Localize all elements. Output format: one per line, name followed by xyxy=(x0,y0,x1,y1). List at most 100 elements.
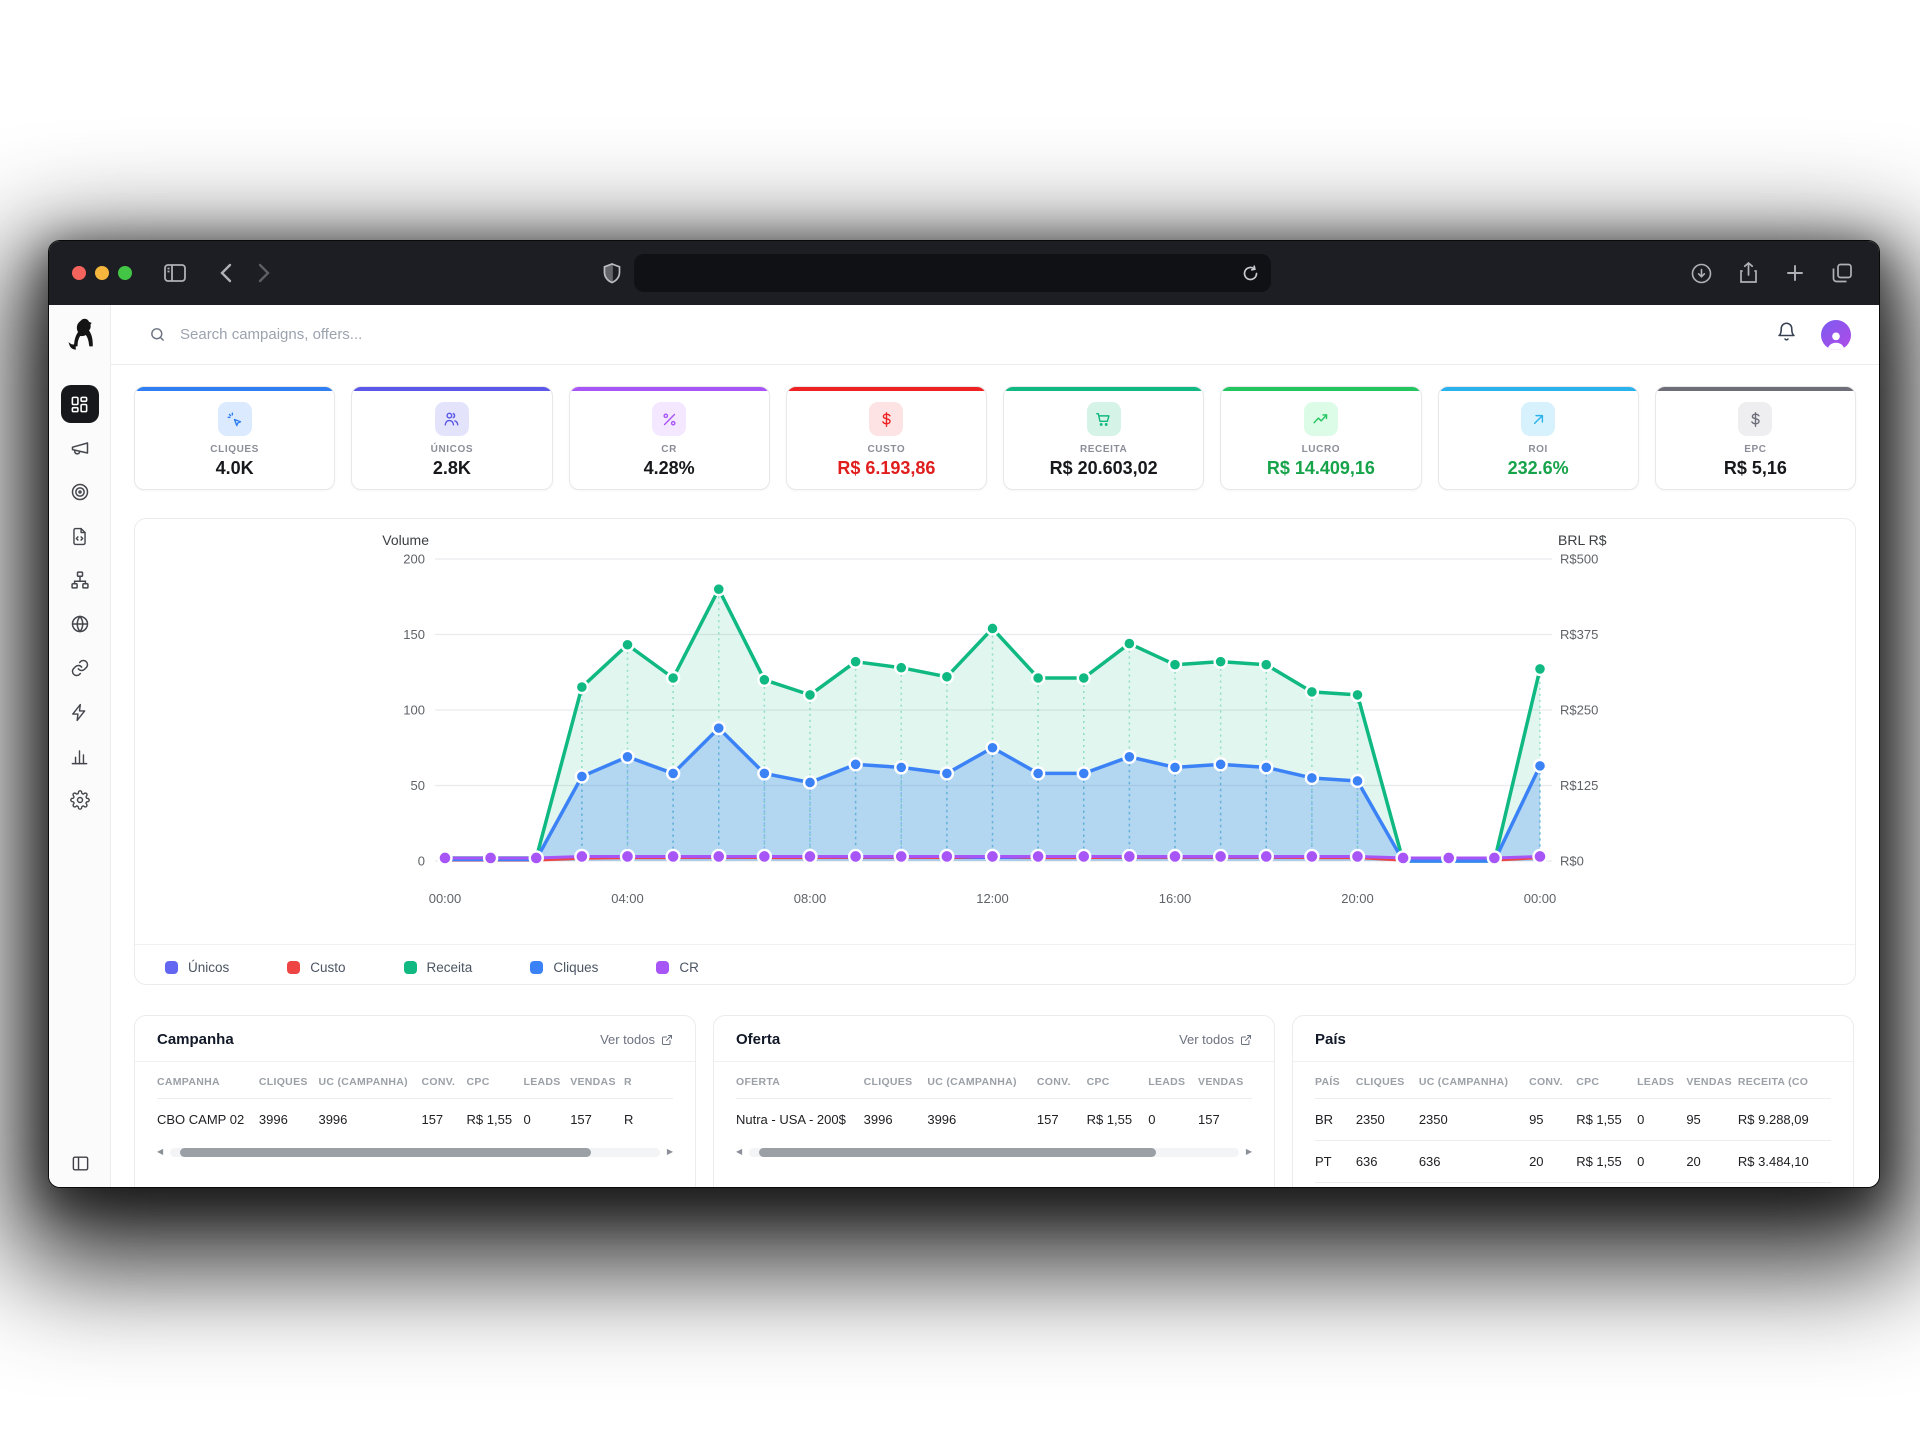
scroll-left-arrow[interactable]: ◀ xyxy=(736,1148,742,1156)
bell-icon[interactable] xyxy=(1776,321,1797,348)
sidebar-item-dashboard[interactable] xyxy=(61,385,99,423)
table-header-cell: RECEITA (CO xyxy=(1738,1064,1831,1099)
kpi-card-custo[interactable]: CUSTOR$ 6.193,86 xyxy=(786,386,987,490)
legend-item-custo[interactable]: Custo xyxy=(287,960,345,975)
legend-item-cr[interactable]: CR xyxy=(656,960,699,975)
svg-text:00:00: 00:00 xyxy=(1524,891,1557,906)
table-card-pais: PaísPAÍSCLIQUESUC (CAMPANHA)CONV.CPCLEAD… xyxy=(1292,1015,1854,1188)
kpi-card-roi[interactable]: ROI232.6% xyxy=(1438,386,1639,490)
table-header-cell: CONV. xyxy=(1037,1064,1087,1099)
sidebar-item-reports[interactable] xyxy=(61,737,99,775)
minimize-button[interactable] xyxy=(95,266,109,280)
table-cell: 20 xyxy=(1686,1141,1738,1183)
back-button[interactable] xyxy=(220,263,232,283)
close-button[interactable] xyxy=(72,266,86,280)
kpi-row: CLIQUES4.0KÚNICOS2.8K CR 4.28% CUSTOR$ 6.19… xyxy=(134,386,1856,490)
trending-up-icon xyxy=(1304,402,1338,436)
kpi-card-cr[interactable]: CR 4.28% xyxy=(569,386,770,490)
legend-item-cliques[interactable]: Cliques xyxy=(530,960,598,975)
svg-text:Volume: Volume xyxy=(382,532,429,548)
svg-text:08:00: 08:00 xyxy=(794,891,827,906)
sidebar-item-campaigns[interactable] xyxy=(61,429,99,467)
hierarchy-icon xyxy=(70,570,90,590)
scroll-right-arrow[interactable]: ▶ xyxy=(1246,1148,1252,1156)
kpi-label: EPC xyxy=(1744,444,1766,455)
table-card-header: CampanhaVer todos xyxy=(135,1016,695,1062)
zoom-button[interactable] xyxy=(118,266,132,280)
search-bar[interactable] xyxy=(149,326,600,343)
forward-button[interactable] xyxy=(258,263,270,283)
sidebar-item-flows[interactable] xyxy=(61,561,99,599)
search-input[interactable] xyxy=(180,326,600,343)
dog-logo-icon xyxy=(65,318,95,352)
tab-overview-icon[interactable] xyxy=(1832,263,1853,284)
scrollbar-thumb[interactable] xyxy=(759,1148,1156,1157)
table-cell: R$ 9.288,09 xyxy=(1738,1099,1831,1141)
kpi-label: CR xyxy=(661,444,677,455)
users-icon xyxy=(435,402,469,436)
url-bar[interactable] xyxy=(634,254,1271,292)
lightning-icon xyxy=(70,703,89,722)
table-cell: PT xyxy=(1315,1141,1356,1183)
app-logo[interactable] xyxy=(49,305,110,365)
globe-icon xyxy=(70,614,90,634)
legend-item-receita[interactable]: Receita xyxy=(404,960,473,975)
table-header-cell: LEADS xyxy=(1148,1064,1198,1099)
table-row[interactable]: PT63663620R$ 1,55020R$ 3.484,10 xyxy=(1315,1141,1831,1183)
traffic-chart: Volume050100150200BRL R$R$0R$125R$250R$3… xyxy=(135,519,1855,939)
sidebar-item-landers[interactable] xyxy=(61,517,99,555)
scrollbar-track[interactable] xyxy=(749,1148,1239,1157)
window-controls xyxy=(72,266,132,280)
svg-text:200: 200 xyxy=(403,552,425,567)
kpi-card-epc[interactable]: EPC R$ 5,16 xyxy=(1655,386,1856,490)
kpi-card-cliques[interactable]: CLIQUES4.0K xyxy=(134,386,335,490)
table-header-cell: UC (CAMPANHA) xyxy=(318,1064,421,1099)
share-icon[interactable] xyxy=(1739,262,1758,284)
gear-icon xyxy=(70,790,90,810)
kpi-accent-bar xyxy=(1221,387,1420,391)
data-table: CAMPANHACLIQUESUC (CAMPANHA)CONV.CPCLEAD… xyxy=(157,1064,673,1140)
kpi-card-únicos[interactable]: ÚNICOS2.8K xyxy=(351,386,552,490)
scrollbar-track[interactable] xyxy=(170,1148,660,1157)
sidebar-item-settings[interactable] xyxy=(61,781,99,819)
kpi-label: LUCRO xyxy=(1302,444,1341,455)
sidebar-collapse-button[interactable] xyxy=(49,1154,111,1173)
kpi-accent-bar xyxy=(352,387,551,391)
legend-swatch xyxy=(165,961,178,974)
url-input[interactable] xyxy=(648,254,1208,292)
sidebar-toggle-icon[interactable] xyxy=(164,264,186,282)
scroll-left-arrow[interactable]: ◀ xyxy=(157,1148,163,1156)
sidebar-item-links[interactable] xyxy=(61,649,99,687)
target-icon xyxy=(70,482,90,502)
summary-tables-row: CampanhaVer todosCAMPANHACLIQUESUC (CAMP… xyxy=(134,1015,1856,1188)
table-row[interactable]: CBO CAMP 0239963996157R$ 1,550157R xyxy=(157,1099,673,1141)
scroll-right-arrow[interactable]: ▶ xyxy=(667,1148,673,1156)
table-row[interactable]: Nutra - USA - 200$39963996157R$ 1,550157 xyxy=(736,1099,1252,1141)
table-clip: OFERTACLIQUESUC (CAMPANHA)CONV.CPCLEADSV… xyxy=(736,1064,1252,1140)
sidebar-item-automations[interactable] xyxy=(61,693,99,731)
avatar[interactable] xyxy=(1821,320,1851,350)
kpi-card-lucro[interactable]: LUCROR$ 14.409,16 xyxy=(1220,386,1421,490)
kpi-label: ÚNICOS xyxy=(431,444,474,455)
new-tab-button[interactable] xyxy=(1785,263,1805,283)
shield-icon[interactable] xyxy=(603,263,621,289)
horizontal-scrollbar[interactable]: ◀▶ xyxy=(157,1144,673,1160)
legend-swatch xyxy=(530,961,543,974)
ver-todos-link[interactable]: Ver todos xyxy=(1179,1032,1252,1047)
kpi-card-receita[interactable]: RECEITAR$ 20.603,02 xyxy=(1003,386,1204,490)
ver-todos-link[interactable]: Ver todos xyxy=(600,1032,673,1047)
legend-item-únicos[interactable]: Únicos xyxy=(165,960,229,975)
kpi-value: 4.0K xyxy=(216,458,254,479)
sidebar-item-offers[interactable] xyxy=(61,473,99,511)
table-row[interactable]: BR2350235095R$ 1,55095R$ 9.288,09 xyxy=(1315,1099,1831,1141)
download-icon[interactable] xyxy=(1691,263,1712,284)
kpi-value: 4.28% xyxy=(644,458,695,479)
table-cell: 3996 xyxy=(864,1099,928,1141)
external-link-icon xyxy=(1240,1034,1252,1046)
kpi-value: R$ 5,16 xyxy=(1724,458,1787,479)
svg-text:R$125: R$125 xyxy=(1560,778,1598,793)
horizontal-scrollbar[interactable]: ◀▶ xyxy=(736,1144,1252,1160)
scrollbar-thumb[interactable] xyxy=(180,1148,591,1157)
reload-icon[interactable] xyxy=(1242,265,1259,282)
sidebar-item-domains[interactable] xyxy=(61,605,99,643)
